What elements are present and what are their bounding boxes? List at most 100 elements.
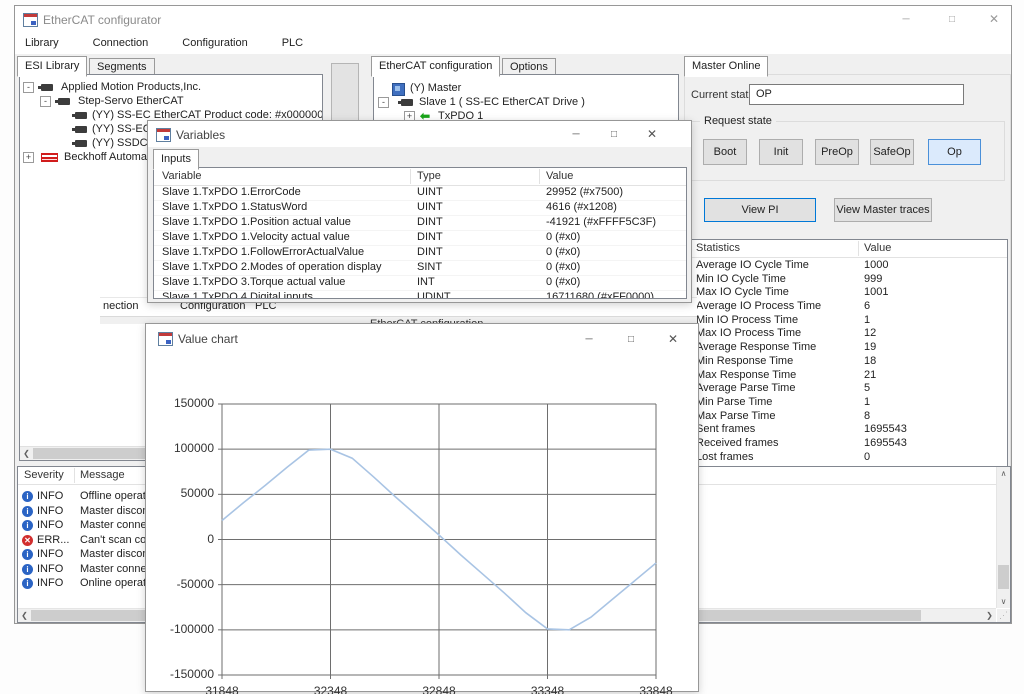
variable-row[interactable]: Slave 1.TxPDO 4.Digital inputsUDINT16711…: [154, 291, 686, 299]
statistics-row[interactable]: Average IO Process Time6: [688, 300, 1007, 314]
statistics-row[interactable]: Min IO Process Time1: [688, 314, 1007, 328]
background-menu-item[interactable]: nection: [103, 300, 138, 312]
statistics-row[interactable]: Min Parse Time1: [688, 396, 1007, 410]
variable-col-header[interactable]: Variable: [162, 170, 202, 182]
column-divider[interactable]: [858, 241, 859, 256]
variables-table: Variable Type Value Slave 1.TxPDO 1.Erro…: [153, 167, 687, 299]
value-col-header[interactable]: Value: [864, 242, 891, 254]
op-state-button[interactable]: Op: [928, 139, 981, 165]
chart-window-title: Value chart: [178, 332, 238, 346]
statistics-row[interactable]: Average Response Time19: [688, 341, 1007, 355]
minimize-icon[interactable]: ─: [893, 10, 919, 29]
stat-label: Min Response Time: [696, 355, 793, 367]
tab-esi-library[interactable]: ESI Library: [17, 56, 87, 77]
statistics-row[interactable]: Max Parse Time8: [688, 410, 1007, 424]
scroll-thumb[interactable]: [998, 565, 1009, 589]
tree-item[interactable]: -Step-Servo EtherCAT: [20, 94, 322, 108]
init-state-button[interactable]: Init: [759, 139, 803, 165]
current-state-field[interactable]: OP: [749, 84, 964, 105]
statistics-col-header[interactable]: Statistics: [696, 242, 740, 254]
app-icon: [158, 332, 173, 346]
variables-titlebar[interactable]: Variables ─ □ ✕: [148, 121, 691, 147]
statistics-row[interactable]: Max Response Time21: [688, 369, 1007, 383]
minimize-icon[interactable]: ─: [576, 330, 602, 349]
stat-label: Min IO Process Time: [696, 314, 798, 326]
collapse-icon[interactable]: -: [40, 96, 51, 107]
severity-col-header[interactable]: Severity: [24, 469, 64, 481]
view-pi-button[interactable]: View PI: [704, 198, 816, 222]
menu-item-configuration[interactable]: Configuration: [172, 33, 257, 49]
scroll-down-icon[interactable]: ∨: [997, 595, 1010, 608]
variable-row[interactable]: Slave 1.TxPDO 3.Torque actual valueINT0 …: [154, 276, 686, 291]
variable-value: 16711680 (#xFF0000): [546, 291, 654, 299]
device-icon: [401, 99, 413, 106]
log-severity: INFO: [37, 505, 63, 517]
collapse-icon[interactable]: -: [378, 97, 389, 108]
variable-type: DINT: [417, 246, 443, 258]
variable-row[interactable]: Slave 1.TxPDO 1.ErrorCodeUINT29952 (#x75…: [154, 186, 686, 201]
message-col-header[interactable]: Message: [80, 469, 125, 481]
variable-row[interactable]: Slave 1.TxPDO 1.Position actual valueDIN…: [154, 216, 686, 231]
statistics-row[interactable]: Sent frames1695543: [688, 423, 1007, 437]
variable-row[interactable]: Slave 1.TxPDO 1.Velocity actual valueDIN…: [154, 231, 686, 246]
column-divider[interactable]: [410, 169, 411, 184]
menu-item-connection[interactable]: Connection: [83, 33, 159, 49]
y-tick-label: 0: [150, 532, 214, 546]
stat-value: 5: [864, 382, 870, 394]
expand-icon[interactable]: +: [23, 152, 34, 163]
statistics-row[interactable]: Lost frames0: [688, 451, 1007, 465]
maximize-icon[interactable]: □: [601, 125, 627, 144]
resize-grip[interactable]: ⋰: [997, 609, 1010, 622]
variables-header: Variable Type Value: [154, 168, 686, 186]
preop-state-button[interactable]: PreOp: [815, 139, 859, 165]
stat-value: 8: [864, 410, 870, 422]
scroll-right-icon[interactable]: ❯: [983, 609, 996, 622]
statistics-row[interactable]: Received frames1695543: [688, 437, 1007, 451]
view-master-traces-button[interactable]: View Master traces: [834, 198, 932, 222]
main-titlebar[interactable]: EtherCAT configurator ─ □ ✕: [15, 6, 1011, 33]
chart-titlebar[interactable]: Value chart ─ □ ✕: [146, 324, 698, 353]
statistics-row[interactable]: Max IO Process Time12: [688, 327, 1007, 341]
scroll-up-icon[interactable]: ∧: [997, 467, 1010, 480]
variable-type: UINT: [417, 186, 443, 198]
tree-item[interactable]: (Y) Master: [374, 81, 678, 95]
menu-item-plc[interactable]: PLC: [272, 33, 313, 49]
value-col-header[interactable]: Value: [546, 170, 573, 182]
tree-item[interactable]: -Slave 1 ( SS-EC EtherCAT Drive ): [374, 95, 678, 109]
statistics-row[interactable]: Min Response Time18: [688, 355, 1007, 369]
statistics-row[interactable]: Min IO Cycle Time999: [688, 273, 1007, 287]
tab-master-online[interactable]: Master Online: [684, 56, 768, 77]
type-col-header[interactable]: Type: [417, 170, 441, 182]
variable-row[interactable]: Slave 1.TxPDO 2.Modes of operation displ…: [154, 261, 686, 276]
stat-value: 1: [864, 396, 870, 408]
menu-item-library[interactable]: Library: [15, 33, 69, 49]
statistics-row[interactable]: Average IO Cycle Time1000: [688, 259, 1007, 273]
stat-label: Average IO Cycle Time: [696, 259, 809, 271]
maximize-icon[interactable]: □: [618, 330, 644, 349]
close-icon[interactable]: ✕: [639, 125, 665, 144]
close-icon[interactable]: ✕: [660, 330, 686, 349]
maximize-icon[interactable]: □: [939, 10, 965, 29]
log-vscrollbar[interactable]: ∧ ∨: [996, 467, 1010, 608]
device-icon: [75, 140, 87, 147]
variable-row[interactable]: Slave 1.TxPDO 1.StatusWordUINT4616 (#x12…: [154, 201, 686, 216]
column-divider[interactable]: [74, 468, 75, 483]
collapse-icon[interactable]: -: [23, 82, 34, 93]
variable-name: Slave 1.TxPDO 1.StatusWord: [162, 201, 307, 213]
column-divider[interactable]: [539, 169, 540, 184]
safeop-state-button[interactable]: SafeOp: [870, 139, 914, 165]
device-icon: [75, 126, 87, 133]
variable-value: 4616 (#x1208): [546, 201, 617, 213]
statistics-row[interactable]: Average Parse Time5: [688, 382, 1007, 396]
scroll-left-icon[interactable]: ❮: [20, 447, 33, 460]
tab-ethercat-configuration[interactable]: EtherCAT configuration: [371, 56, 500, 77]
statistics-row[interactable]: Max IO Cycle Time1001: [688, 286, 1007, 300]
minimize-icon[interactable]: ─: [563, 125, 589, 144]
scroll-left-icon[interactable]: ❮: [18, 609, 31, 622]
tab-inputs[interactable]: Inputs: [153, 149, 199, 170]
tree-item[interactable]: -Applied Motion Products,Inc.: [20, 80, 322, 94]
variable-row[interactable]: Slave 1.TxPDO 1.FollowErrorActualValueDI…: [154, 246, 686, 261]
boot-state-button[interactable]: Boot: [703, 139, 747, 165]
x-tick-label: 32848: [409, 684, 469, 694]
close-icon[interactable]: ✕: [981, 10, 1007, 29]
